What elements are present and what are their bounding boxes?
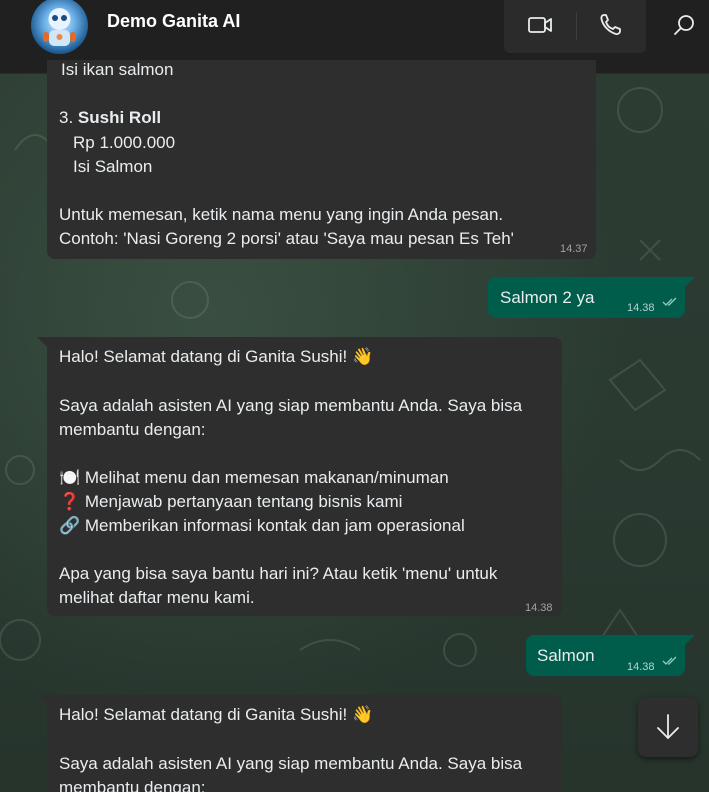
message-text: Halo! Selamat datang di Ganita Sushi! 👋 xyxy=(59,347,374,366)
message-text: Contoh: 'Nasi Goreng 2 porsi' atau 'Saya… xyxy=(59,229,514,248)
arrow-down-icon xyxy=(657,714,679,739)
message-timestamp: 14.38 xyxy=(627,661,655,673)
message-text: Untuk memesan, ketik nama menu yang ingi… xyxy=(59,205,504,224)
message-timestamp: 14.38 xyxy=(525,602,553,614)
bubble-tail xyxy=(37,695,47,705)
bubble-tail xyxy=(685,635,695,645)
message-bullet: 🔗 Memberikan informasi kontak dan jam op… xyxy=(59,516,465,535)
bubble-tail xyxy=(37,337,47,347)
incoming-message-greeting[interactable]: Halo! Selamat datang di Ganita Sushi! 👋 … xyxy=(47,695,562,792)
message-bullet: ❓ Menjawab pertanyaan tentang bisnis kam… xyxy=(59,492,403,511)
incoming-message-greeting[interactable]: Halo! Selamat datang di Ganita Sushi! 👋 … xyxy=(47,337,562,616)
menu-item-price: Rp 1.000.000 xyxy=(73,133,176,152)
menu-item-desc: Isi Salmon xyxy=(73,157,153,176)
message-text: Isi ikan salmon xyxy=(61,60,174,79)
message-text: Apa yang bisa saya bantu hari ini? Atau … xyxy=(59,564,498,583)
message-text: Halo! Selamat datang di Ganita Sushi! 👋 xyxy=(59,705,374,724)
scroll-to-bottom-button[interactable] xyxy=(638,697,698,757)
divider xyxy=(576,12,577,40)
message-text: Saya adalah asisten AI yang siap membant… xyxy=(59,396,523,415)
incoming-message-menu[interactable]: Isi ikan salmon 3. Sushi Roll Rp 1.000.0… xyxy=(47,60,596,259)
read-receipt-icon xyxy=(662,297,677,306)
contact-avatar[interactable] xyxy=(31,0,88,54)
call-buttons-group xyxy=(504,0,646,53)
message-timestamp: 14.38 xyxy=(627,302,655,314)
search-icon[interactable] xyxy=(670,10,700,40)
message-text: membantu dengan: xyxy=(59,778,206,792)
message-bullet: 🍽️ Melihat menu dan memesan makanan/minu… xyxy=(59,468,449,487)
message-timestamp: 14.37 xyxy=(560,243,588,255)
message-text: melihat daftar menu kami. xyxy=(59,588,255,607)
message-text: membantu dengan: xyxy=(59,420,206,439)
menu-item-number: 3. xyxy=(59,108,74,127)
menu-item-name: Sushi Roll xyxy=(77,108,162,127)
outgoing-message[interactable]: Salmon 2 ya 14.38 xyxy=(488,277,685,318)
message-text: Salmon xyxy=(537,646,595,665)
outgoing-message[interactable]: Salmon 14.38 xyxy=(526,635,685,676)
bubble-tail xyxy=(685,277,695,287)
message-text: Salmon 2 ya xyxy=(500,288,595,307)
read-receipt-icon xyxy=(662,656,677,665)
video-call-icon[interactable] xyxy=(524,11,556,39)
menu-item-line: 3. Sushi Roll xyxy=(59,106,161,130)
contact-name[interactable]: Demo Ganita AI xyxy=(107,11,240,32)
message-text: Saya adalah asisten AI yang siap membant… xyxy=(59,754,523,773)
voice-call-icon[interactable] xyxy=(596,11,626,39)
